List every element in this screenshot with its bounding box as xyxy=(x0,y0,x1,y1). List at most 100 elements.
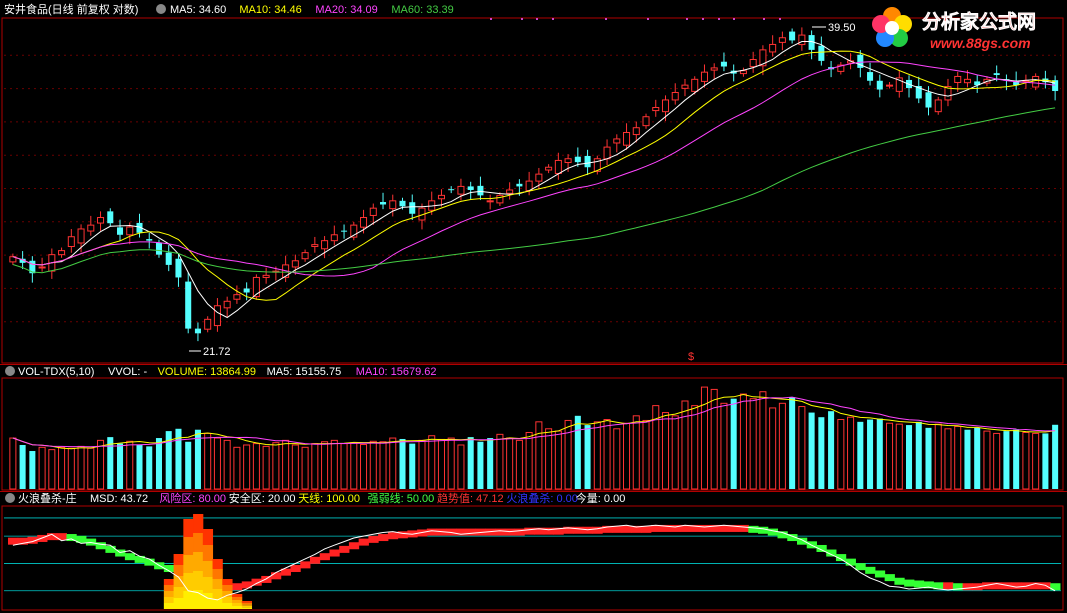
volume-bar xyxy=(428,435,436,490)
trend-segment xyxy=(144,558,155,566)
candle-body xyxy=(486,200,494,203)
fire-wave-bar xyxy=(193,533,204,552)
candle xyxy=(223,296,231,318)
volume-bar xyxy=(311,443,319,490)
candle-body xyxy=(691,78,699,92)
volume-bar xyxy=(535,421,543,490)
trend-segment xyxy=(855,563,866,571)
volume-bar xyxy=(29,451,36,489)
candle-body xyxy=(399,200,406,207)
candle-body xyxy=(107,211,114,224)
fire-wave-bar xyxy=(193,571,204,590)
volume-bar xyxy=(837,419,845,490)
candle xyxy=(506,182,514,200)
candle xyxy=(545,164,553,174)
volume-bar xyxy=(769,407,777,490)
volume-bar xyxy=(789,397,796,489)
legend-label: 天线: xyxy=(298,491,323,505)
trend-segment xyxy=(543,527,554,535)
price-menu-icon[interactable] xyxy=(156,4,166,14)
candle-body xyxy=(58,250,66,256)
marker-dot xyxy=(552,18,554,20)
candle-body xyxy=(233,294,241,300)
volume-bar xyxy=(9,437,17,490)
fire-wave-bar xyxy=(183,519,194,537)
candle-body xyxy=(409,202,416,214)
candle-body xyxy=(789,31,796,41)
volume-bar xyxy=(749,398,757,490)
watermark-brand: 分析家公式网 xyxy=(922,10,1036,33)
volume-bar xyxy=(301,446,309,490)
volume-bar xyxy=(291,444,299,490)
fire-wave-bar xyxy=(173,598,184,609)
trend-segment xyxy=(748,525,759,533)
legend-item: 天线: 100.00 xyxy=(298,491,360,505)
volume-bar xyxy=(38,446,46,490)
candle-body xyxy=(876,80,883,90)
volume-bar xyxy=(1013,429,1020,489)
volume-bar xyxy=(681,400,689,490)
fire-wave-bar xyxy=(232,606,243,609)
fire-wave-bar xyxy=(212,599,223,609)
volume-menu-icon[interactable] xyxy=(5,366,15,376)
legend-label: MA20: xyxy=(315,4,347,16)
trend-segment xyxy=(874,570,886,578)
legend-label: MA60: xyxy=(391,4,423,16)
fire-wave-bar xyxy=(163,579,175,585)
volume-bar xyxy=(1032,432,1040,490)
candle xyxy=(146,232,153,249)
legend-item: MA10: 34.46 xyxy=(239,4,301,16)
fire-wave-bar xyxy=(183,537,194,555)
volume-bar xyxy=(828,411,835,489)
legend-value: 0.00 xyxy=(601,493,625,505)
candle xyxy=(213,298,221,332)
volume-bar xyxy=(146,446,153,489)
candle xyxy=(282,255,290,283)
volume-bar xyxy=(739,393,747,490)
volume-bar xyxy=(136,444,143,489)
legend-label: 火浪叠杀: xyxy=(506,491,553,505)
candle-body xyxy=(1032,75,1040,88)
legend-value: 33.39 xyxy=(423,4,454,16)
volume-bar xyxy=(515,439,523,490)
candle-body xyxy=(661,99,670,113)
volume-legend: VVOL: - VOLUME: 13864.99 MA5: 15155.75 MA10… xyxy=(108,366,437,378)
volume-bar xyxy=(97,439,105,490)
volume-bar xyxy=(213,437,221,490)
trend-segment xyxy=(943,582,954,590)
legend-item: MA10: 15679.62 xyxy=(356,366,437,378)
fire-wave-bar xyxy=(183,555,194,573)
volume-bar xyxy=(525,431,533,490)
volume-bar xyxy=(623,422,631,490)
price-header: 安井食品(日线 前复权 对数) MA5: 34.60 MA10: 34.46 MA2… xyxy=(4,2,454,16)
marker-dot xyxy=(605,18,607,20)
legend-value: 34.09 xyxy=(347,4,378,16)
candle xyxy=(730,64,737,82)
marker-dot xyxy=(521,18,523,20)
trend-segment xyxy=(894,577,905,585)
chart-window: 39.50 21.72 $ 安井食品(日线 前复权 对数) MA5: 34.60… xyxy=(0,0,1067,613)
legend-value: 15679.62 xyxy=(388,366,437,378)
candle-body xyxy=(506,189,514,194)
trend-segment xyxy=(904,579,915,587)
fire-wave-bar xyxy=(202,529,214,545)
volume-bar xyxy=(477,441,484,489)
candle-body xyxy=(652,107,660,112)
candle xyxy=(175,254,182,287)
volume-bar xyxy=(496,433,504,490)
legend-item: MA5: 15155.75 xyxy=(267,366,342,378)
indicator-menu-icon[interactable] xyxy=(5,493,15,503)
legend-label: MA10: xyxy=(239,4,271,16)
volume-bar xyxy=(418,439,426,490)
legend-value: 34.46 xyxy=(271,4,302,16)
candle-body xyxy=(165,252,172,265)
fire-wave-bar xyxy=(212,559,223,569)
volume-bar xyxy=(632,415,640,490)
candle-body xyxy=(379,202,387,205)
candle xyxy=(720,52,727,72)
volume-bar xyxy=(282,439,290,490)
legend-value: 80.00 xyxy=(195,493,226,505)
trend-segment xyxy=(426,528,438,536)
candle xyxy=(204,316,212,333)
candle-body xyxy=(925,92,932,108)
